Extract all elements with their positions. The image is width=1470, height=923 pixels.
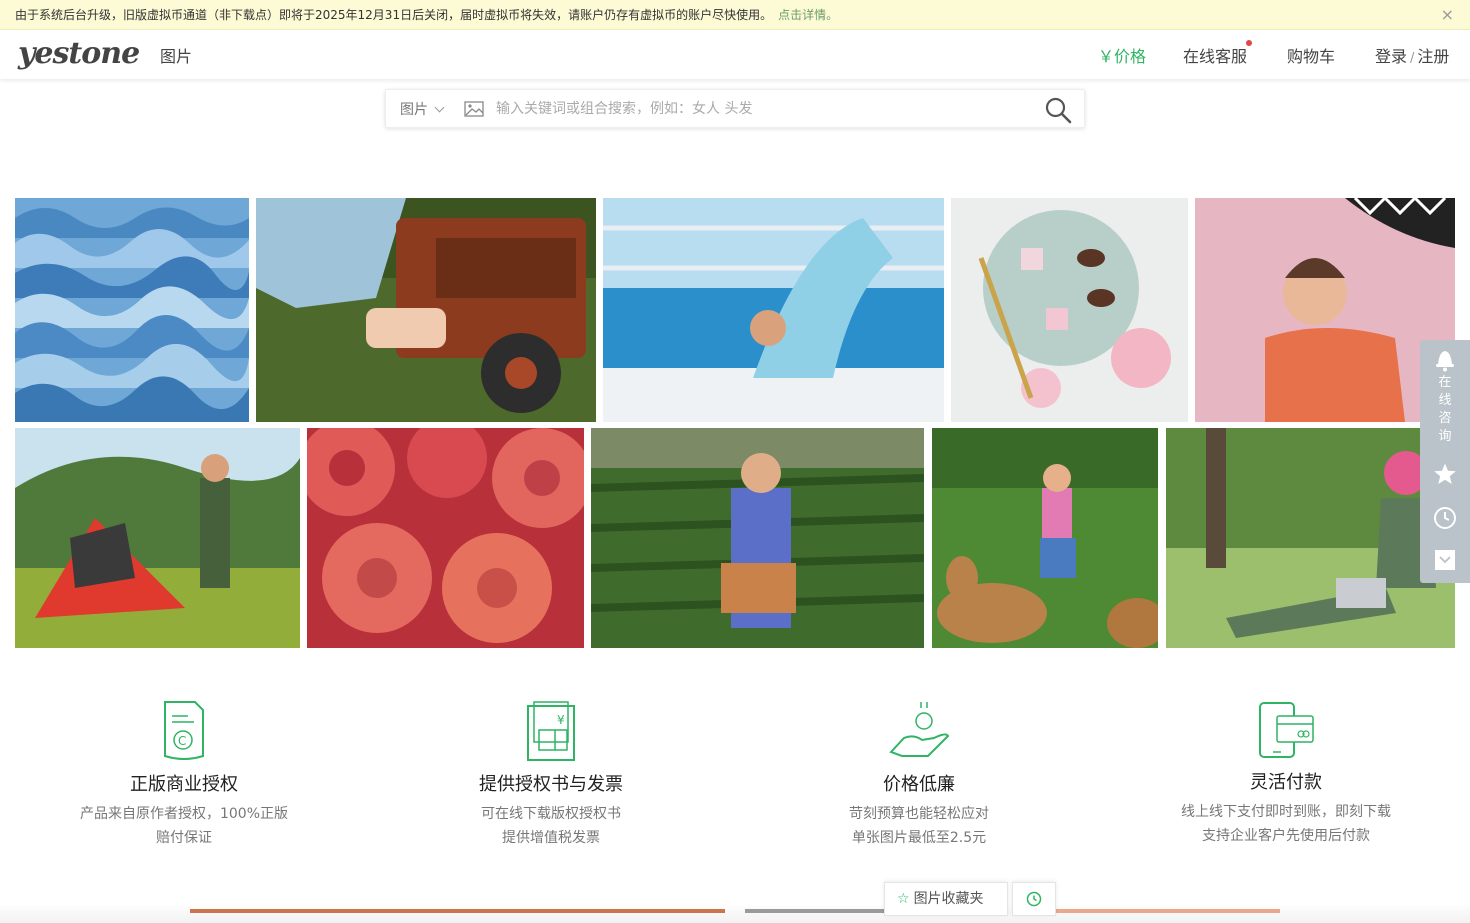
gallery-image-roses[interactable] <box>307 428 584 648</box>
feature-flexible-payment: 灵活付款 线上线下支付即时到账，即刻下载 支持企业客户先使用后付款 <box>1136 700 1436 848</box>
feature-desc-line: 赔付保证 <box>156 830 212 846</box>
feature-title: 正版商业授权 <box>130 774 238 795</box>
feature-licensing: C 正版商业授权 产品来自原作者授权，100%正版 赔付保证 <box>34 700 334 850</box>
gallery-image-yoga[interactable] <box>603 198 944 422</box>
certificate-icon: C <box>164 701 204 760</box>
favorites-folder-label: 图片收藏夹 <box>913 891 984 907</box>
feature-desc-line: 支持企业客户先使用后付款 <box>1202 828 1370 844</box>
notice-text: 由于系统后台升级，旧版虚拟币通道（非下载点）即将于2025年12月31日后关闭，… <box>15 8 773 22</box>
nav-price[interactable]: ￥价格 <box>1098 43 1146 67</box>
gallery-image-paper-waves[interactable] <box>15 198 249 422</box>
search-type-dropdown[interactable]: 图片 <box>400 99 445 119</box>
online-consult-button[interactable]: 在线咨询 <box>1420 340 1470 452</box>
history-side-button[interactable] <box>1420 496 1470 540</box>
image-search-icon[interactable] <box>464 101 484 117</box>
logo[interactable]: yestone <box>18 36 140 71</box>
gallery-image-strawberry-farm[interactable] <box>591 428 924 648</box>
gallery-image-camping[interactable] <box>15 428 300 648</box>
feature-desc: 苛刻预算也能轻松应对 单张图片最低至2.5元 <box>769 802 1069 850</box>
favorites-side-button[interactable] <box>1420 452 1470 496</box>
star-outline-icon: ☆ <box>897 891 910 907</box>
search-type-label: 图片 <box>400 102 428 118</box>
feature-desc: 线上线下支付即时到账，即刻下载 支持企业客户先使用后付款 <box>1136 800 1436 848</box>
gallery-image-desserts[interactable] <box>951 198 1188 422</box>
bottom-banner-right[interactable] <box>1056 909 1280 913</box>
bottom-banner-left[interactable] <box>190 909 725 913</box>
invoice-icon: ¥ <box>527 701 575 761</box>
gallery-image-woman-laptop[interactable] <box>1166 428 1455 648</box>
svg-text:C: C <box>178 734 186 748</box>
notice-bar: 由于系统后台升级，旧版虚拟币通道（非下载点）即将于2025年12月31日后关闭，… <box>0 0 1470 30</box>
nav-online-service-label: 在线客服 <box>1183 47 1248 66</box>
online-consult-label: 在线咨询 <box>1438 375 1452 444</box>
nav-login-register: 登录 / 注册 <box>1375 43 1449 67</box>
notification-dot <box>1246 40 1253 46</box>
gallery-image-tractor[interactable] <box>256 198 596 422</box>
bottom-strip <box>0 905 1470 923</box>
favorites-folder-button[interactable]: ☆ 图片收藏夹 <box>884 882 1008 916</box>
chevron-down-icon <box>434 102 445 113</box>
search-bar: 图片 <box>385 89 1085 128</box>
feature-desc-line: 提供增值税发票 <box>502 830 600 846</box>
register-link[interactable]: 注册 <box>1417 47 1449 66</box>
feature-invoice: ¥ 提供授权书与发票 可在线下载版权授权书 提供增值税发票 <box>401 700 701 850</box>
feature-desc-line: 苛刻预算也能轻松应对 <box>849 806 989 822</box>
svg-text:¥: ¥ <box>557 713 565 727</box>
feature-desc-line: 可在线下载版权授权书 <box>481 806 621 822</box>
nav-online-service[interactable]: 在线客服 <box>1183 40 1253 67</box>
hand-coin-icon <box>889 702 950 757</box>
clock-icon <box>1026 891 1042 907</box>
bell-icon <box>1436 351 1454 372</box>
feature-title: 价格低廉 <box>883 774 955 795</box>
gallery-image-woman-lying[interactable] <box>1195 198 1455 422</box>
star-icon <box>1434 463 1456 484</box>
feature-desc: 产品来自原作者授权，100%正版 赔付保证 <box>34 802 334 850</box>
bottom-history-button[interactable] <box>1012 882 1056 916</box>
feature-desc: 可在线下载版权授权书 提供增值税发票 <box>401 802 701 850</box>
clock-icon <box>1434 507 1456 529</box>
notice-details-link[interactable]: 点击详情。 <box>778 8 838 22</box>
feature-title: 灵活付款 <box>1250 772 1322 793</box>
login-separator: / <box>1410 51 1415 66</box>
bottom-banner-middle[interactable] <box>745 909 885 913</box>
gallery-image-girl-deer[interactable] <box>932 428 1158 648</box>
nav-cart[interactable]: 购物车 <box>1287 43 1335 67</box>
feature-title: 提供授权书与发票 <box>479 774 623 795</box>
chevron-down-icon <box>1435 550 1455 570</box>
feature-desc-line: 线上线下支付即时到账，即刻下载 <box>1181 804 1391 820</box>
side-toolbar: 在线咨询 <box>1420 340 1470 583</box>
search-input[interactable] <box>496 98 1016 120</box>
search-icon[interactable] <box>1044 96 1072 124</box>
feature-low-price: 价格低廉 苛刻预算也能轻松应对 单张图片最低至2.5元 <box>769 700 1069 850</box>
nav-pictures[interactable]: 图片 <box>160 43 192 67</box>
feature-desc-line: 产品来自原作者授权，100%正版 <box>79 806 289 822</box>
login-link[interactable]: 登录 <box>1375 47 1407 66</box>
scroll-down-side-button[interactable] <box>1420 539 1470 583</box>
notice-close-icon[interactable]: × <box>1441 0 1454 30</box>
feature-desc-line: 单张图片最低至2.5元 <box>851 830 987 846</box>
top-header: yestone 图片 ￥价格 在线客服 购物车 登录 / 注册 <box>0 30 1470 79</box>
mobile-payment-icon <box>1259 702 1314 758</box>
